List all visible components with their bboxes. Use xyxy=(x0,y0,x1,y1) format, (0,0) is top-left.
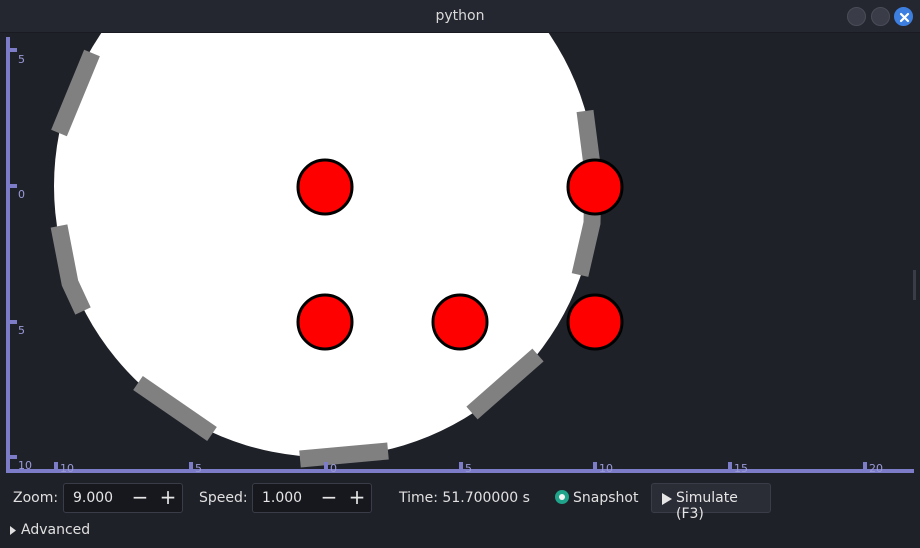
x-tick-label: 15 xyxy=(734,462,748,473)
close-button[interactable] xyxy=(894,7,913,26)
ball xyxy=(296,293,354,351)
camera-shutter-icon xyxy=(555,490,569,504)
zoom-spinbox[interactable]: 9.000 − + xyxy=(63,483,183,513)
y-tick-label: 5 xyxy=(18,53,25,66)
x-tick-label: 5 xyxy=(465,462,472,473)
simulation-canvas[interactable]: 5 0 5 10 10 5 0 5 10 15 20 xyxy=(0,33,920,473)
zoom-increment-button[interactable]: + xyxy=(156,486,180,510)
zoom-decrement-button[interactable]: − xyxy=(128,486,152,510)
x-tick-label: 10 xyxy=(599,462,613,473)
advanced-label: Advanced xyxy=(21,522,91,538)
play-icon xyxy=(662,493,672,505)
zoom-label: Zoom: xyxy=(13,490,59,506)
title-bar: python xyxy=(0,0,920,33)
speed-value[interactable]: 1.000 xyxy=(262,490,302,506)
expand-triangle-icon xyxy=(10,526,16,535)
ball xyxy=(566,293,624,351)
window-title: python xyxy=(435,8,485,24)
close-icon xyxy=(899,12,910,23)
time-readout: Time: 51.700000 s xyxy=(399,490,530,506)
ball xyxy=(566,158,624,216)
ball xyxy=(431,293,489,351)
snapshot-button[interactable]: Snapshot xyxy=(555,490,638,506)
x-tick-label: 0 xyxy=(330,462,337,473)
scene: 5 0 5 10 10 5 0 5 10 15 20 xyxy=(6,33,914,473)
y-axis: 5 0 5 10 xyxy=(6,37,32,473)
y-tick-label: 0 xyxy=(18,188,25,201)
x-axis: 10 5 0 5 10 15 20 xyxy=(6,462,914,473)
speed-increment-button[interactable]: + xyxy=(345,486,369,510)
wall-segment xyxy=(299,442,389,468)
ball xyxy=(296,158,354,216)
scroll-indicator[interactable] xyxy=(913,270,916,300)
simulate-label: Simulate (F3) xyxy=(676,490,738,522)
x-tick-label: 20 xyxy=(869,462,883,473)
x-tick-label: 10 xyxy=(60,462,74,473)
speed-decrement-button[interactable]: − xyxy=(317,486,341,510)
arena-circle xyxy=(54,33,596,457)
speed-label: Speed: xyxy=(199,490,248,506)
simulate-button[interactable]: Simulate (F3) xyxy=(651,483,771,522)
snapshot-label: Snapshot xyxy=(573,490,639,506)
minimize-button[interactable] xyxy=(847,7,866,26)
control-panel: Zoom: 9.000 − + Speed: 1.000 − + Time: 5… xyxy=(0,473,920,548)
maximize-button[interactable] xyxy=(871,7,890,26)
zoom-value[interactable]: 9.000 xyxy=(73,490,113,506)
y-tick-label: 5 xyxy=(18,324,25,337)
x-tick-label: 5 xyxy=(195,462,202,473)
speed-spinbox[interactable]: 1.000 − + xyxy=(252,483,372,513)
